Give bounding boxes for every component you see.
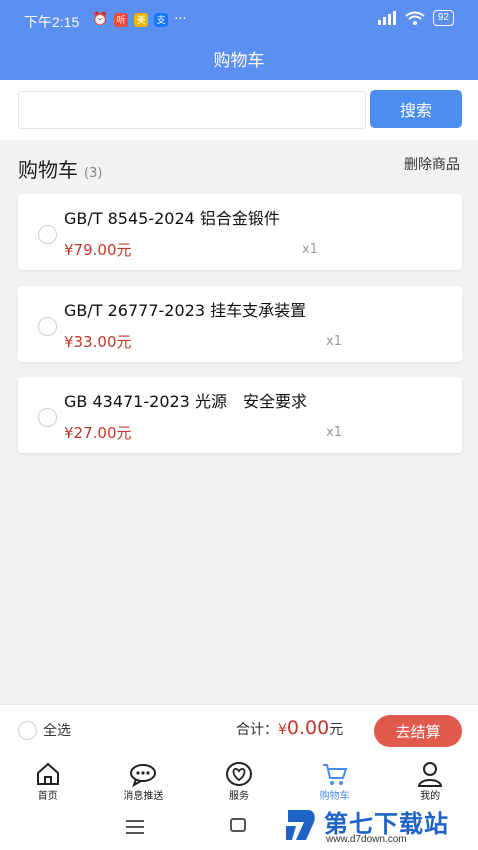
app-header: 下午2:15 ⏰ 听 美 支 ··· 92 购物车 [0, 0, 478, 80]
item-price: ¥27.00元 [64, 424, 132, 442]
more-notifications-icon: ··· [174, 12, 187, 27]
signal-icon [377, 11, 396, 25]
total-label: 合计： [236, 722, 278, 738]
cart-item[interactable]: GB/T 26777-2023 挂车支承装置 ¥33.00元 x1 [18, 286, 462, 362]
delete-items-button[interactable]: 删除商品 [404, 154, 460, 174]
home-nav-icon[interactable] [230, 818, 246, 832]
tab-profile[interactable]: 我的 [382, 756, 478, 806]
checkout-button[interactable]: 去结算 [374, 715, 462, 747]
bottom-tab-bar: 首页 消息推送 服务 购物车 我的 [0, 756, 478, 806]
watermark-url: www.d7down.com [326, 834, 407, 845]
watermark-logo-icon [286, 810, 315, 840]
tab-messages[interactable]: 消息推送 [96, 756, 192, 806]
page-title: 购物车 [213, 51, 265, 71]
search-input[interactable] [18, 91, 366, 129]
total-currency: ¥ [278, 722, 287, 738]
item-quantity: x1 [326, 425, 342, 440]
tab-label: 消息推送 [123, 791, 164, 802]
tab-cart[interactable]: 购物车 [287, 756, 383, 806]
status-time: 下午2:15 [24, 14, 80, 30]
cart-section-title: 购物车 (3) [18, 154, 102, 183]
item-price: ¥33.00元 [64, 333, 132, 351]
select-all-label: 全选 [43, 723, 71, 739]
checkout-bar: 全选 合计：¥0.00元 去结算 [0, 704, 478, 756]
item-name: GB 43471-2023 光源 安全要求 [64, 392, 307, 411]
home-icon [36, 762, 59, 785]
tab-label: 首页 [37, 791, 58, 802]
total-unit: 元 [329, 722, 344, 738]
cart-count: (3) [84, 166, 103, 181]
tab-services[interactable]: 服务 [191, 756, 287, 806]
cart-title: 购物车 [18, 158, 78, 182]
watermark: 第七下载站 www.d7down.com [284, 800, 474, 848]
user-icon [418, 762, 443, 787]
item-quantity: x1 [302, 242, 318, 257]
wifi-icon [405, 11, 425, 25]
total-price: 合计：¥0.00元 [236, 717, 343, 739]
cart-item[interactable]: GB/T 8545-2024 铝合金锻件 ¥79.00元 x1 [18, 194, 462, 270]
heart-icon [225, 762, 252, 786]
listen-app-icon: 听 [114, 12, 129, 27]
status-bar: 下午2:15 ⏰ 听 美 支 ··· 92 [0, 0, 478, 40]
item-price: ¥79.00元 [64, 241, 132, 259]
tab-home[interactable]: 首页 [0, 756, 96, 806]
menu-nav-icon[interactable] [126, 820, 144, 838]
battery-indicator: 92 [432, 10, 454, 26]
notification-icons: ⏰ 听 美 支 ··· [92, 12, 187, 27]
item-select-radio[interactable] [38, 317, 57, 336]
cart-icon [322, 764, 347, 785]
cart-item[interactable]: GB 43471-2023 光源 安全要求 ¥27.00元 x1 [18, 377, 462, 453]
item-select-radio[interactable] [38, 225, 57, 244]
search-bar: 搜索 [0, 80, 478, 140]
item-select-radio[interactable] [38, 408, 57, 427]
search-button[interactable]: 搜索 [370, 90, 462, 128]
tab-label: 服务 [228, 791, 249, 802]
message-icon [130, 764, 157, 787]
item-quantity: x1 [326, 334, 342, 349]
item-name: GB/T 8545-2024 铝合金锻件 [64, 209, 280, 228]
total-amount: 0.00 [286, 717, 330, 739]
select-all-radio[interactable] [18, 720, 37, 740]
meituan-app-icon: 美 [134, 12, 149, 27]
item-name: GB/T 26777-2023 挂车支承装置 [64, 301, 307, 320]
alarm-icon: ⏰ [92, 12, 109, 27]
system-icons: 92 [377, 10, 454, 26]
alipay-app-icon: 支 [154, 12, 169, 27]
select-all-toggle[interactable]: 全选 [18, 720, 71, 740]
